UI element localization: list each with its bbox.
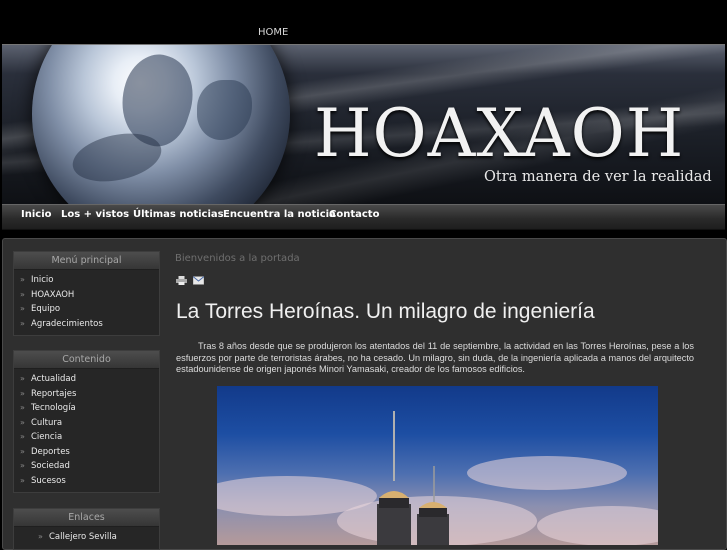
content-menu-module: Contenido Actualidad Reportajes Tecnolog…: [13, 350, 160, 493]
globe-image: [32, 45, 290, 205]
nav-item-contacto[interactable]: Contacto: [329, 209, 379, 220]
menu-item-sucesos[interactable]: Sucesos: [14, 474, 159, 489]
menu-item-inicio[interactable]: Inicio: [14, 273, 159, 288]
nav-item-ultimas-noticias[interactable]: Últimas noticias: [133, 209, 224, 220]
email-icon[interactable]: [193, 276, 204, 285]
menu-item-sociedad[interactable]: Sociedad: [14, 459, 159, 474]
menu-item-cultura[interactable]: Cultura: [14, 416, 159, 431]
menu-item-hoaxaoh[interactable]: HOAXAOH: [14, 288, 159, 303]
article-title[interactable]: La Torres Heroínas. Un milagro de ingeni…: [176, 300, 595, 324]
main-menu-title: Menú principal: [14, 252, 159, 270]
site-logo-text: HOAXAOH: [314, 95, 685, 172]
nav-item-encuentra-la-noticia[interactable]: Encuentra la noticia: [223, 209, 336, 220]
menu-item-deportes[interactable]: Deportes: [14, 445, 159, 460]
top-bar: HOME: [0, 0, 727, 44]
links-module: Enlaces Callejero Sevilla: [13, 508, 160, 550]
towers-illustration: [377, 411, 449, 545]
menu-item-ciencia[interactable]: Ciencia: [14, 430, 159, 445]
menu-item-tecnologia[interactable]: Tecnología: [14, 401, 159, 416]
home-link[interactable]: HOME: [258, 27, 288, 38]
main-menu-module: Menú principal Inicio HOAXAOH Equipo Agr…: [13, 251, 160, 336]
menu-item-actualidad[interactable]: Actualidad: [14, 372, 159, 387]
menu-item-reportajes[interactable]: Reportajes: [14, 387, 159, 402]
nav-item-los-mas-vistos[interactable]: Los + vistos: [61, 209, 129, 220]
menu-item-agradecimientos[interactable]: Agradecimientos: [14, 317, 159, 332]
article-image: [217, 386, 658, 545]
header-banner: HOAXAOH Otra manera de ver la realidad: [2, 44, 725, 206]
nav-item-inicio[interactable]: Inicio: [21, 209, 52, 220]
links-title: Enlaces: [14, 509, 159, 527]
menu-item-equipo[interactable]: Equipo: [14, 302, 159, 317]
link-item-callejero-sevilla[interactable]: Callejero Sevilla: [14, 530, 159, 545]
main-navbar: Inicio Los + vistos Últimas noticias Enc…: [2, 204, 725, 230]
content-menu-title: Contenido: [14, 351, 159, 369]
site-tagline: Otra manera de ver la realidad: [484, 169, 712, 185]
welcome-heading: Bienvenidos a la portada: [175, 253, 300, 264]
article-body: Tras 8 años desde que se produjeron los …: [176, 341, 694, 374]
print-icon[interactable]: [176, 276, 187, 285]
